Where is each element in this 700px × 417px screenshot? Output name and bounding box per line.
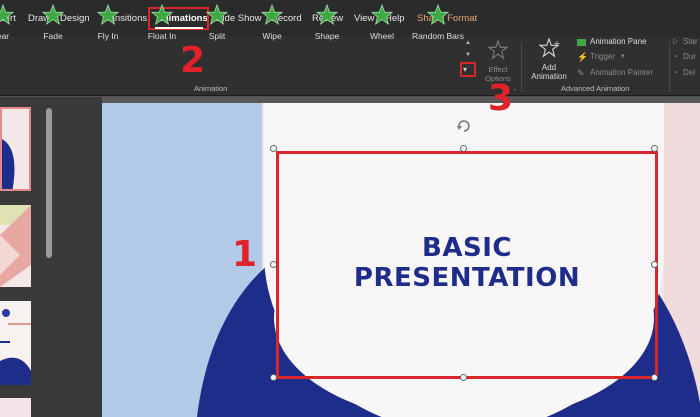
animation-pane-label: Animation Pane [590, 37, 647, 46]
star-icon [316, 4, 338, 26]
star-icon [206, 4, 228, 26]
timing-delay-label: Del [683, 68, 696, 77]
clock-icon: ◔ [673, 52, 678, 61]
animation-float-in[interactable]: Float In [137, 4, 187, 41]
star-icon [42, 4, 64, 26]
group-separator [521, 42, 522, 92]
add-animation-button[interactable]: + Add Animation [525, 37, 573, 81]
resize-handle[interactable] [460, 145, 467, 152]
star-icon [427, 4, 449, 26]
animation-label: Fly In [97, 31, 119, 41]
trigger-label: Trigger [590, 52, 616, 61]
animation-painter-button[interactable]: ✎ Animation Painter [577, 68, 667, 80]
group-label-advanced: Advanced Animation [561, 84, 630, 93]
resize-handle[interactable] [270, 374, 277, 381]
star-icon [151, 4, 173, 26]
timing-start[interactable]: ▷ Star [673, 37, 700, 49]
slide-thumbnail[interactable] [0, 398, 31, 417]
add-animation-icon: + [538, 37, 560, 58]
thumbnail-scrollbar[interactable] [46, 108, 52, 258]
play-icon: ▷ [673, 38, 679, 45]
lightning-icon: ⚡ [577, 52, 589, 62]
more-dropdown-icon[interactable]: ▾ [463, 65, 467, 74]
animation-split[interactable]: Split [192, 4, 242, 41]
svg-text:+: + [554, 38, 560, 48]
animation-label: Wipe [262, 31, 282, 41]
timing-start-label: Star [683, 37, 698, 46]
thumbnail-graphic [0, 205, 31, 287]
rotate-handle-icon[interactable] [456, 118, 472, 134]
animation-appear[interactable]: ear [0, 4, 28, 41]
dialog-launcher-icon[interactable]: ⌟ [513, 85, 516, 92]
slide-thumbnail[interactable] [0, 205, 31, 287]
group-label-animation: Animation [194, 84, 228, 93]
resize-handle[interactable] [651, 145, 658, 152]
scroll-up-icon[interactable]: ▲ [465, 40, 471, 46]
timing-duration[interactable]: ◔ Dur [673, 52, 700, 64]
animation-painter-label: Animation Painter [590, 68, 654, 77]
add-animation-line1: Add [541, 63, 557, 72]
selected-placeholder-highlight [276, 151, 658, 379]
animation-pane-button[interactable]: Animation Pane [577, 37, 667, 49]
thumbnail-graphic [2, 139, 15, 189]
resize-handle[interactable] [651, 374, 658, 381]
effect-options-button[interactable]: Effect Options [480, 39, 516, 83]
animation-label: Wheel [369, 31, 395, 41]
animation-random-bars[interactable]: Random Bars [410, 4, 466, 41]
animation-label: Shape [314, 31, 340, 41]
callout-number-2: 2 [180, 40, 206, 81]
star-icon [0, 4, 14, 26]
resize-handle[interactable] [270, 261, 277, 268]
group-separator [669, 42, 670, 92]
callout-number-3: 3 [488, 78, 514, 119]
animation-fade[interactable]: Fade [28, 4, 78, 41]
chevron-down-icon: ▾ [621, 53, 625, 60]
add-animation-line2: Animation [531, 72, 567, 81]
effect-options-line1: Effect [488, 65, 508, 74]
animation-wheel[interactable]: Wheel [357, 4, 407, 41]
animation-pane-icon [577, 39, 586, 46]
callout-number-1: 1 [232, 234, 258, 275]
timing-duration-label: Dur [683, 52, 696, 61]
effect-options-icon [487, 39, 509, 60]
star-icon [261, 4, 283, 26]
brush-icon: ✎ [577, 68, 585, 78]
animation-shape[interactable]: Shape [302, 4, 352, 41]
clock-icon: ◔ [673, 68, 678, 77]
resize-handle[interactable] [460, 374, 467, 381]
resize-handle[interactable] [270, 145, 277, 152]
animation-wipe[interactable]: Wipe [247, 4, 297, 41]
resize-handle[interactable] [651, 261, 658, 268]
star-icon [371, 4, 393, 26]
animation-label: ear [0, 31, 10, 41]
slide-thumbnail[interactable] [0, 107, 31, 191]
star-icon [97, 4, 119, 26]
thumbnail-graphic [0, 309, 31, 385]
timing-delay[interactable]: ◔ Del [673, 68, 700, 80]
trigger-button[interactable]: ⚡ Trigger ▾ [577, 52, 667, 64]
slide-thumbnail[interactable] [0, 301, 31, 385]
animation-label: Random Bars [412, 31, 464, 41]
scroll-down-icon[interactable]: ▼ [465, 52, 471, 58]
animation-fly-in[interactable]: Fly In [83, 4, 133, 41]
animation-label: Fade [43, 31, 63, 41]
